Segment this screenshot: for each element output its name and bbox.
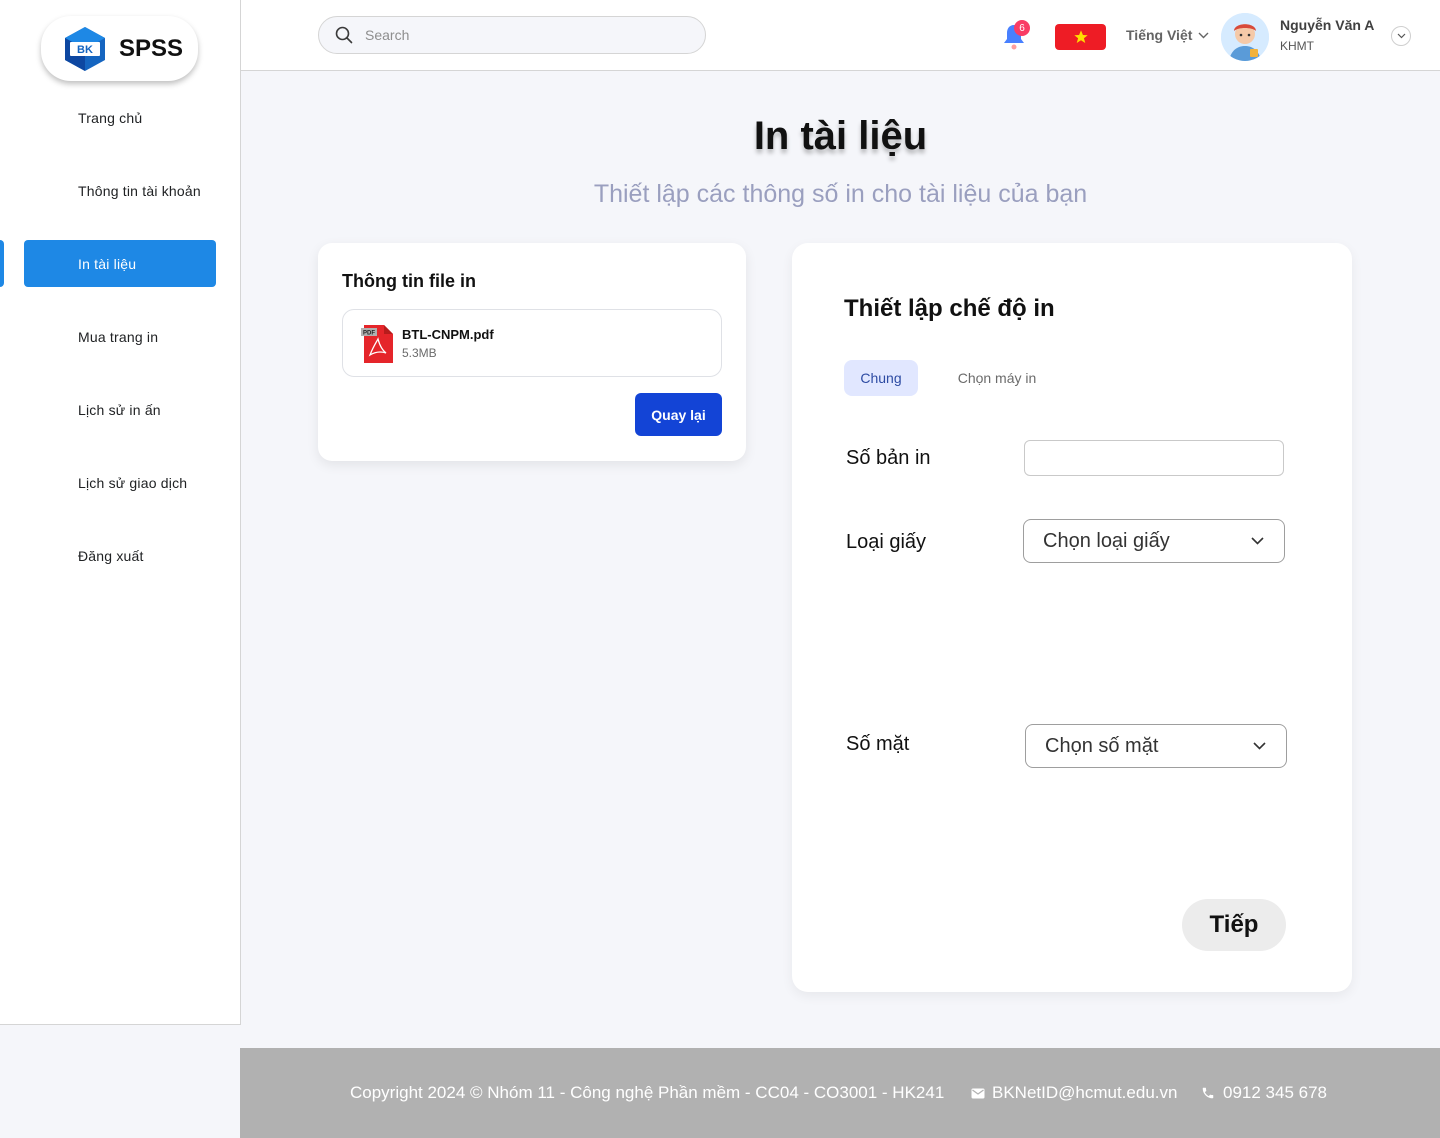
file-size: 5.3MB: [402, 346, 437, 360]
back-button[interactable]: Quay lại: [635, 393, 722, 436]
search-bar[interactable]: [318, 16, 706, 54]
sides-value: Chọn số mặt: [1045, 734, 1159, 757]
star-icon: [1073, 30, 1088, 43]
user-name: Nguyễn Văn A: [1280, 17, 1375, 33]
copies-input[interactable]: [1024, 440, 1284, 476]
file-card-title: Thông tin file in: [342, 271, 476, 291]
sidebar-item-label: In tài liệu: [78, 255, 137, 272]
footer-copyright: Copyright 2024 © Nhóm 11 - Công nghệ Phầ…: [350, 1083, 945, 1102]
chevron-down-icon: [1198, 32, 1209, 38]
chevron-down-icon: [1251, 537, 1264, 545]
file-item[interactable]: PDF BTL-CNPM.pdf 5.3MB: [342, 309, 722, 377]
next-button[interactable]: Tiếp: [1182, 899, 1286, 951]
active-nav-indicator: [0, 240, 4, 287]
chevron-down-icon: [1253, 742, 1266, 750]
sidebar-item-label: Thông tin tài khoản: [78, 182, 201, 199]
pdf-file-icon: PDF: [361, 325, 393, 363]
sidebar-item-transaction-history[interactable]: Lịch sử giao dịch: [24, 459, 216, 506]
sidebar-item-home[interactable]: Trang chủ: [24, 94, 216, 141]
sidebar-item-logout[interactable]: Đăng xuất: [24, 532, 216, 579]
vietnam-flag-icon[interactable]: [1055, 24, 1106, 50]
print-settings-card: Thiết lập chế độ in Chung Chọn máy in Số…: [792, 243, 1352, 992]
footer-phone-text: 0912 345 678: [1223, 1083, 1327, 1102]
sidebar-item-print-history[interactable]: Lịch sử in ấn: [24, 386, 216, 433]
paper-type-label: Loại giấy: [846, 531, 927, 553]
notification-badge: 6: [1014, 20, 1030, 36]
avatar[interactable]: [1221, 13, 1269, 61]
file-info-card: Thông tin file in PDF BTL-CNPM.pdf 5.3MB…: [318, 243, 746, 461]
paper-type-select[interactable]: Chọn loại giấy: [1023, 519, 1285, 563]
user-menu-button[interactable]: [1391, 26, 1411, 46]
language-label: Tiếng Việt: [1126, 27, 1193, 43]
logo-mark-text: BK: [77, 44, 93, 56]
search-input[interactable]: [365, 27, 665, 43]
paper-type-value: Chọn loại giấy: [1043, 529, 1170, 552]
mail-icon: [971, 1088, 985, 1098]
sidebar-item-label: Trang chủ: [78, 109, 143, 126]
settings-title: Thiết lập chế độ in: [844, 295, 1055, 322]
bk-logo-icon: BK: [65, 26, 105, 71]
sidebar-item-label: Lịch sử in ấn: [78, 401, 161, 418]
user-avatar-icon: [1221, 13, 1269, 61]
sides-select[interactable]: Chọn số mặt: [1025, 724, 1287, 768]
chevron-down-icon: [1397, 33, 1405, 39]
sidebar-item-buy-pages[interactable]: Mua trang in: [24, 313, 216, 360]
page-subtitle: Thiết lập các thông số in cho tài liệu c…: [593, 180, 1088, 208]
pdf-label: PDF: [363, 331, 375, 337]
copies-label: Số bản in: [846, 447, 931, 469]
page-title: In tài liệu: [753, 114, 928, 158]
sidebar: BK SPSS Trang chủ Thông tin tài khoản In…: [0, 0, 241, 1025]
sidebar-item-label: Mua trang in: [78, 328, 159, 345]
sidebar-item-label: Lịch sử giao dịch: [78, 474, 188, 491]
footer-email[interactable]: BKNetID@hcmut.edu.vn: [971, 1083, 1177, 1103]
tab-general[interactable]: Chung: [844, 360, 918, 396]
user-role: KHMT: [1280, 39, 1314, 53]
tab-choose-printer[interactable]: Chọn máy in: [944, 360, 1050, 396]
top-header: 6 Tiếng Việt Nguyễn Văn A KHMT: [241, 0, 1440, 71]
language-selector[interactable]: Tiếng Việt: [1126, 27, 1209, 43]
sidebar-item-account[interactable]: Thông tin tài khoản: [24, 167, 216, 214]
phone-icon: [1202, 1087, 1214, 1099]
search-icon: [335, 26, 353, 44]
logo[interactable]: BK SPSS: [41, 16, 198, 81]
sidebar-item-label: Đăng xuất: [78, 547, 144, 564]
sides-label: Số mặt: [846, 733, 910, 755]
file-name: BTL-CNPM.pdf: [402, 327, 494, 342]
sidebar-item-print[interactable]: In tài liệu: [24, 240, 216, 287]
footer-email-text: BKNetID@hcmut.edu.vn: [992, 1083, 1178, 1102]
footer: Copyright 2024 © Nhóm 11 - Công nghệ Phầ…: [240, 1048, 1440, 1138]
app-name: SPSS: [119, 34, 184, 62]
footer-phone[interactable]: 0912 345 678: [1201, 1083, 1327, 1103]
